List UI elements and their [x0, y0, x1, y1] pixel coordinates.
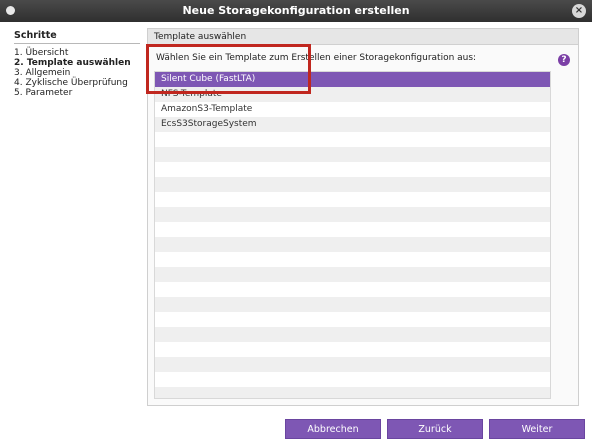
list-row-empty [155, 312, 550, 327]
steps-heading: Schritte [14, 30, 140, 44]
cancel-button[interactable]: Abbrechen [285, 419, 381, 439]
list-row-empty [155, 342, 550, 357]
list-row-empty [155, 192, 550, 207]
title-bar: Neue Storagekonfiguration erstellen × [0, 0, 592, 22]
template-panel: Template auswählen Wählen Sie ein Templa… [147, 28, 579, 406]
next-button[interactable]: Weiter [489, 419, 585, 439]
list-row-empty [155, 282, 550, 297]
step-cyclic-check: 4. Zyklische Überprüfung [14, 78, 128, 88]
list-row-empty [155, 177, 550, 192]
list-row-empty [155, 252, 550, 267]
list-row-empty [155, 207, 550, 222]
step-template: 2. Template auswählen [14, 58, 131, 68]
template-item-silent-cube[interactable]: Silent Cube (FastLTA) [155, 72, 550, 87]
list-row-empty [155, 162, 550, 177]
list-row-empty [155, 297, 550, 312]
steps-panel: Schritte 1. Übersicht 2. Template auswäh… [14, 30, 140, 98]
window-title: Neue Storagekonfiguration erstellen [182, 4, 410, 17]
step-parameters: 5. Parameter [14, 88, 73, 98]
template-item-amazons3[interactable]: AmazonS3-Template [155, 102, 550, 117]
list-row-empty [155, 387, 550, 398]
instruction-text: Wählen Sie ein Template zum Erstellen ei… [156, 53, 477, 63]
close-icon[interactable]: × [572, 4, 586, 18]
panel-heading: Template auswählen [148, 29, 578, 45]
list-row-empty [155, 327, 550, 342]
template-list[interactable]: Silent Cube (FastLTA) NFS-Template Amazo… [154, 71, 551, 399]
list-row-empty [155, 372, 550, 387]
back-button[interactable]: Zurück [387, 419, 483, 439]
step-general: 3. Allgemein [14, 68, 71, 78]
template-item-ecss3[interactable]: EcsS3StorageSystem [155, 117, 550, 132]
list-row-empty [155, 222, 550, 237]
list-row-empty [155, 147, 550, 162]
list-row-empty [155, 357, 550, 372]
help-icon[interactable]: ? [558, 54, 570, 66]
list-row-empty [155, 267, 550, 282]
template-item-nfs[interactable]: NFS-Template [155, 87, 550, 102]
list-row-empty [155, 237, 550, 252]
list-row-empty [155, 132, 550, 147]
step-overview: 1. Übersicht [14, 48, 69, 58]
